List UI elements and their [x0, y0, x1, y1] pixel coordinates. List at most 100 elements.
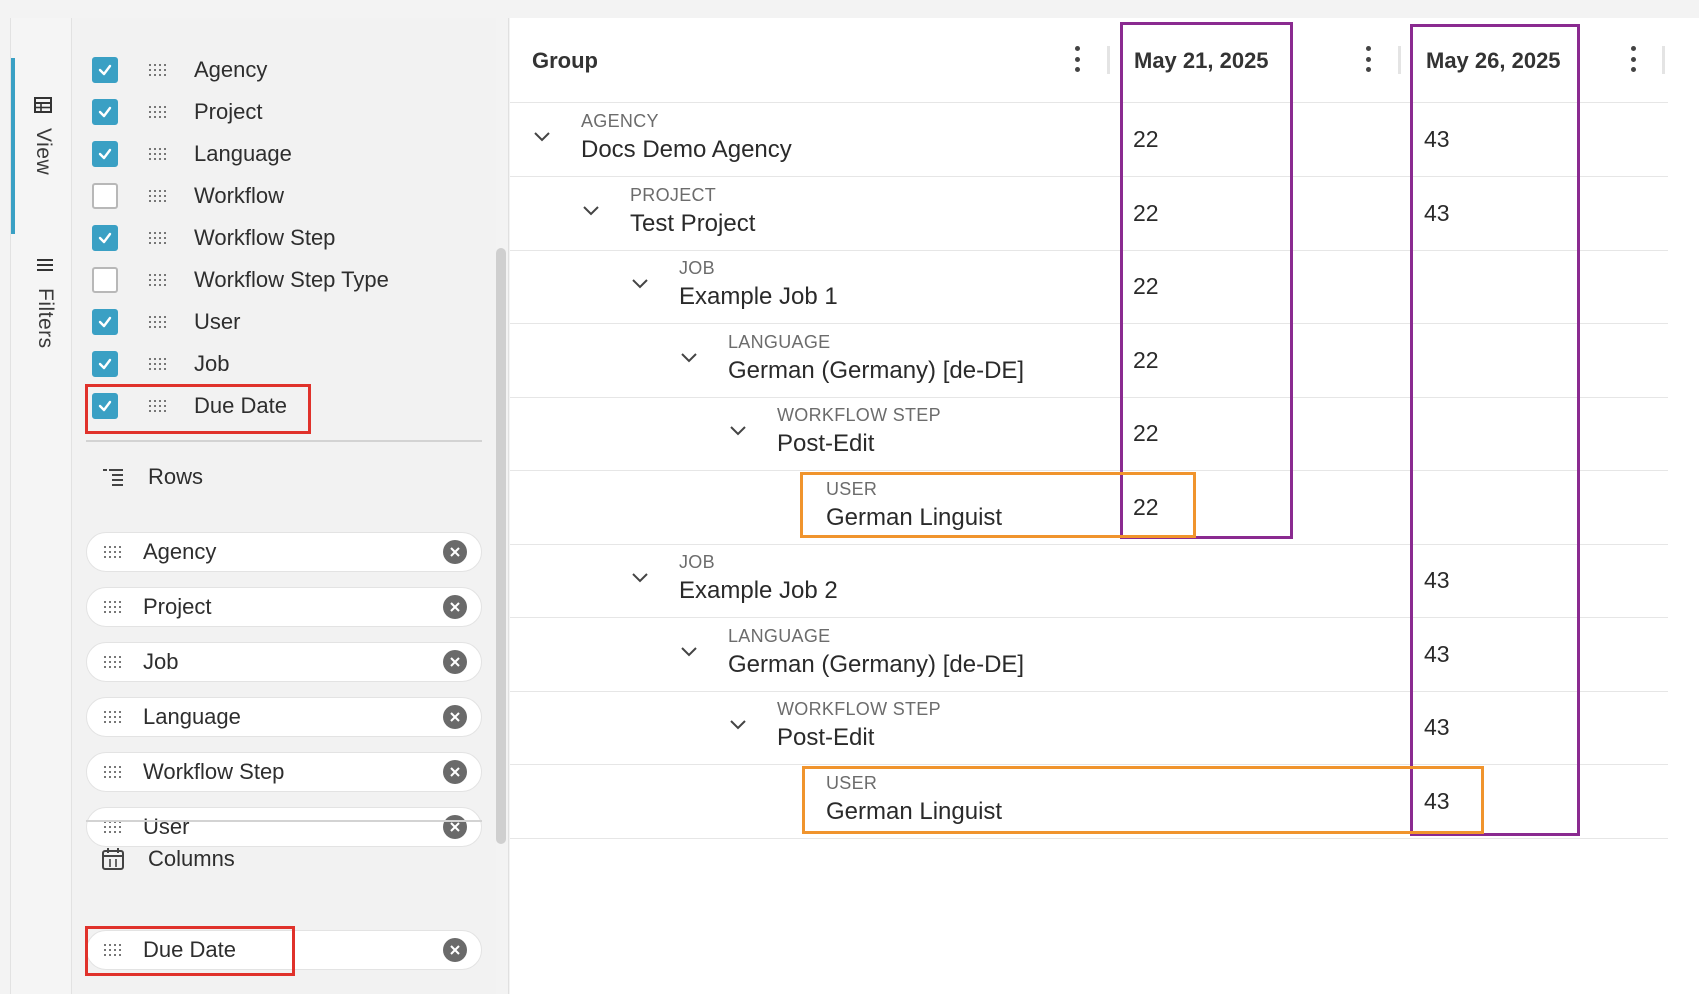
chip-label: Job [143, 649, 179, 674]
remove-chip-icon[interactable] [443, 540, 467, 564]
rows-icon [100, 464, 126, 490]
drag-handle-icon[interactable] [146, 105, 170, 119]
field-label: Language [194, 141, 292, 166]
drag-handle-icon[interactable] [101, 545, 125, 559]
field-option[interactable]: Workflow Step [92, 218, 335, 258]
chip-label: Project [143, 594, 212, 619]
drag-handle-icon[interactable] [146, 63, 170, 77]
side-rail: View Filters [10, 18, 72, 994]
chip-label: Language [143, 704, 241, 729]
group-type-label: AGENCY [581, 111, 659, 131]
field-checkbox[interactable] [92, 351, 118, 377]
group-name: Docs Demo Agency [581, 136, 792, 163]
chip-label: User [143, 814, 190, 839]
group-name: German (Germany) [de-DE] [728, 356, 1025, 384]
date-2-column-menu-icon[interactable] [1628, 46, 1638, 72]
remove-chip-icon[interactable] [443, 595, 467, 619]
field-option[interactable]: Agency [92, 50, 267, 90]
section-divider [86, 440, 482, 442]
chip[interactable]: Workflow Step [86, 752, 482, 792]
column-resize-handle[interactable] [1662, 46, 1665, 74]
chevron-down-icon[interactable] [679, 347, 699, 367]
drag-handle-icon[interactable] [101, 600, 125, 614]
drag-handle-icon[interactable] [146, 189, 170, 203]
field-label: User [194, 309, 241, 334]
header-group[interactable]: Group [532, 18, 598, 104]
remove-chip-icon[interactable] [443, 705, 467, 729]
chip[interactable]: Project [86, 587, 482, 627]
date-1-column-highlight [1120, 22, 1293, 539]
field-label: Job [194, 351, 230, 376]
drag-handle-icon[interactable] [146, 231, 170, 245]
field-checkbox[interactable] [92, 141, 118, 167]
field-option[interactable]: User [92, 302, 240, 342]
table-icon [32, 94, 54, 116]
due-date-column-highlight [85, 926, 295, 976]
remove-chip-icon[interactable] [443, 815, 467, 839]
drag-handle-icon[interactable] [101, 820, 125, 834]
tab-view[interactable]: View [11, 58, 71, 234]
chip[interactable]: User [86, 807, 482, 847]
group-type-label: JOB [679, 258, 715, 278]
drag-handle-icon[interactable] [146, 357, 170, 371]
group-column-menu-icon[interactable] [1072, 46, 1082, 72]
drag-handle-icon[interactable] [146, 147, 170, 161]
drag-handle-icon[interactable] [146, 315, 170, 329]
chevron-down-icon[interactable] [728, 420, 748, 440]
field-option[interactable]: Language [92, 134, 292, 174]
remove-chip-icon[interactable] [443, 938, 467, 962]
tab-view-label: View [32, 128, 55, 176]
group-name: German (Germany) [de-DE] [728, 650, 1025, 678]
date-1-column-menu-icon[interactable] [1363, 46, 1373, 72]
chevron-down-icon[interactable] [630, 273, 650, 293]
chevron-down-icon[interactable] [728, 714, 748, 734]
field-label: Workflow Step [194, 225, 336, 250]
chevron-down-icon[interactable] [630, 567, 650, 587]
chip-label: Agency [143, 539, 217, 564]
field-checkbox[interactable] [92, 309, 118, 335]
drag-handle-icon[interactable] [146, 273, 170, 287]
group-type-label: WORKFLOW STEP [777, 699, 941, 719]
group-name: Post-Edit [777, 430, 875, 457]
group-type-label: JOB [679, 552, 715, 572]
chevron-down-icon[interactable] [679, 641, 699, 661]
field-checkbox[interactable] [92, 183, 118, 209]
chip[interactable]: Job [86, 642, 482, 682]
chip[interactable]: Language [86, 697, 482, 737]
remove-chip-icon[interactable] [443, 650, 467, 674]
column-resize-handle[interactable] [1107, 46, 1110, 74]
column-resize-handle[interactable] [1398, 46, 1401, 74]
group-name: Example Job 1 [679, 283, 838, 310]
section-divider [86, 820, 482, 822]
chip[interactable]: Agency [86, 532, 482, 572]
filter-lines-icon [34, 254, 56, 276]
group-name: Post-Edit [777, 724, 875, 751]
panel-scrollbar[interactable] [496, 248, 506, 844]
columns-section-title: Columns [148, 846, 235, 871]
field-option[interactable]: Project [92, 92, 262, 132]
tab-filters[interactable]: Filters [15, 254, 75, 394]
row-divider [510, 837, 1668, 839]
chevron-down-icon[interactable] [581, 200, 601, 220]
field-label: Agency [194, 57, 268, 82]
chip-label: Workflow Step [143, 759, 285, 784]
field-checkbox[interactable] [92, 57, 118, 83]
field-checkbox[interactable] [92, 99, 118, 125]
field-option[interactable]: Workflow Step Type [92, 260, 389, 300]
field-checkbox[interactable] [92, 225, 118, 251]
group-name: Example Job 2 [679, 577, 838, 604]
drag-handle-icon[interactable] [101, 655, 125, 669]
field-option[interactable]: Job [92, 344, 229, 384]
panel-divider [508, 18, 509, 994]
columns-section-header: Columns [100, 844, 235, 874]
group-type-label: LANGUAGE [728, 331, 831, 352]
date-2-column-highlight [1410, 24, 1580, 836]
chevron-down-icon[interactable] [532, 126, 552, 146]
user-row-2-highlight [802, 766, 1484, 834]
group-type-label: LANGUAGE [728, 625, 831, 646]
drag-handle-icon[interactable] [101, 710, 125, 724]
field-checkbox[interactable] [92, 267, 118, 293]
drag-handle-icon[interactable] [101, 765, 125, 779]
remove-chip-icon[interactable] [443, 760, 467, 784]
field-option[interactable]: Workflow [92, 176, 284, 216]
